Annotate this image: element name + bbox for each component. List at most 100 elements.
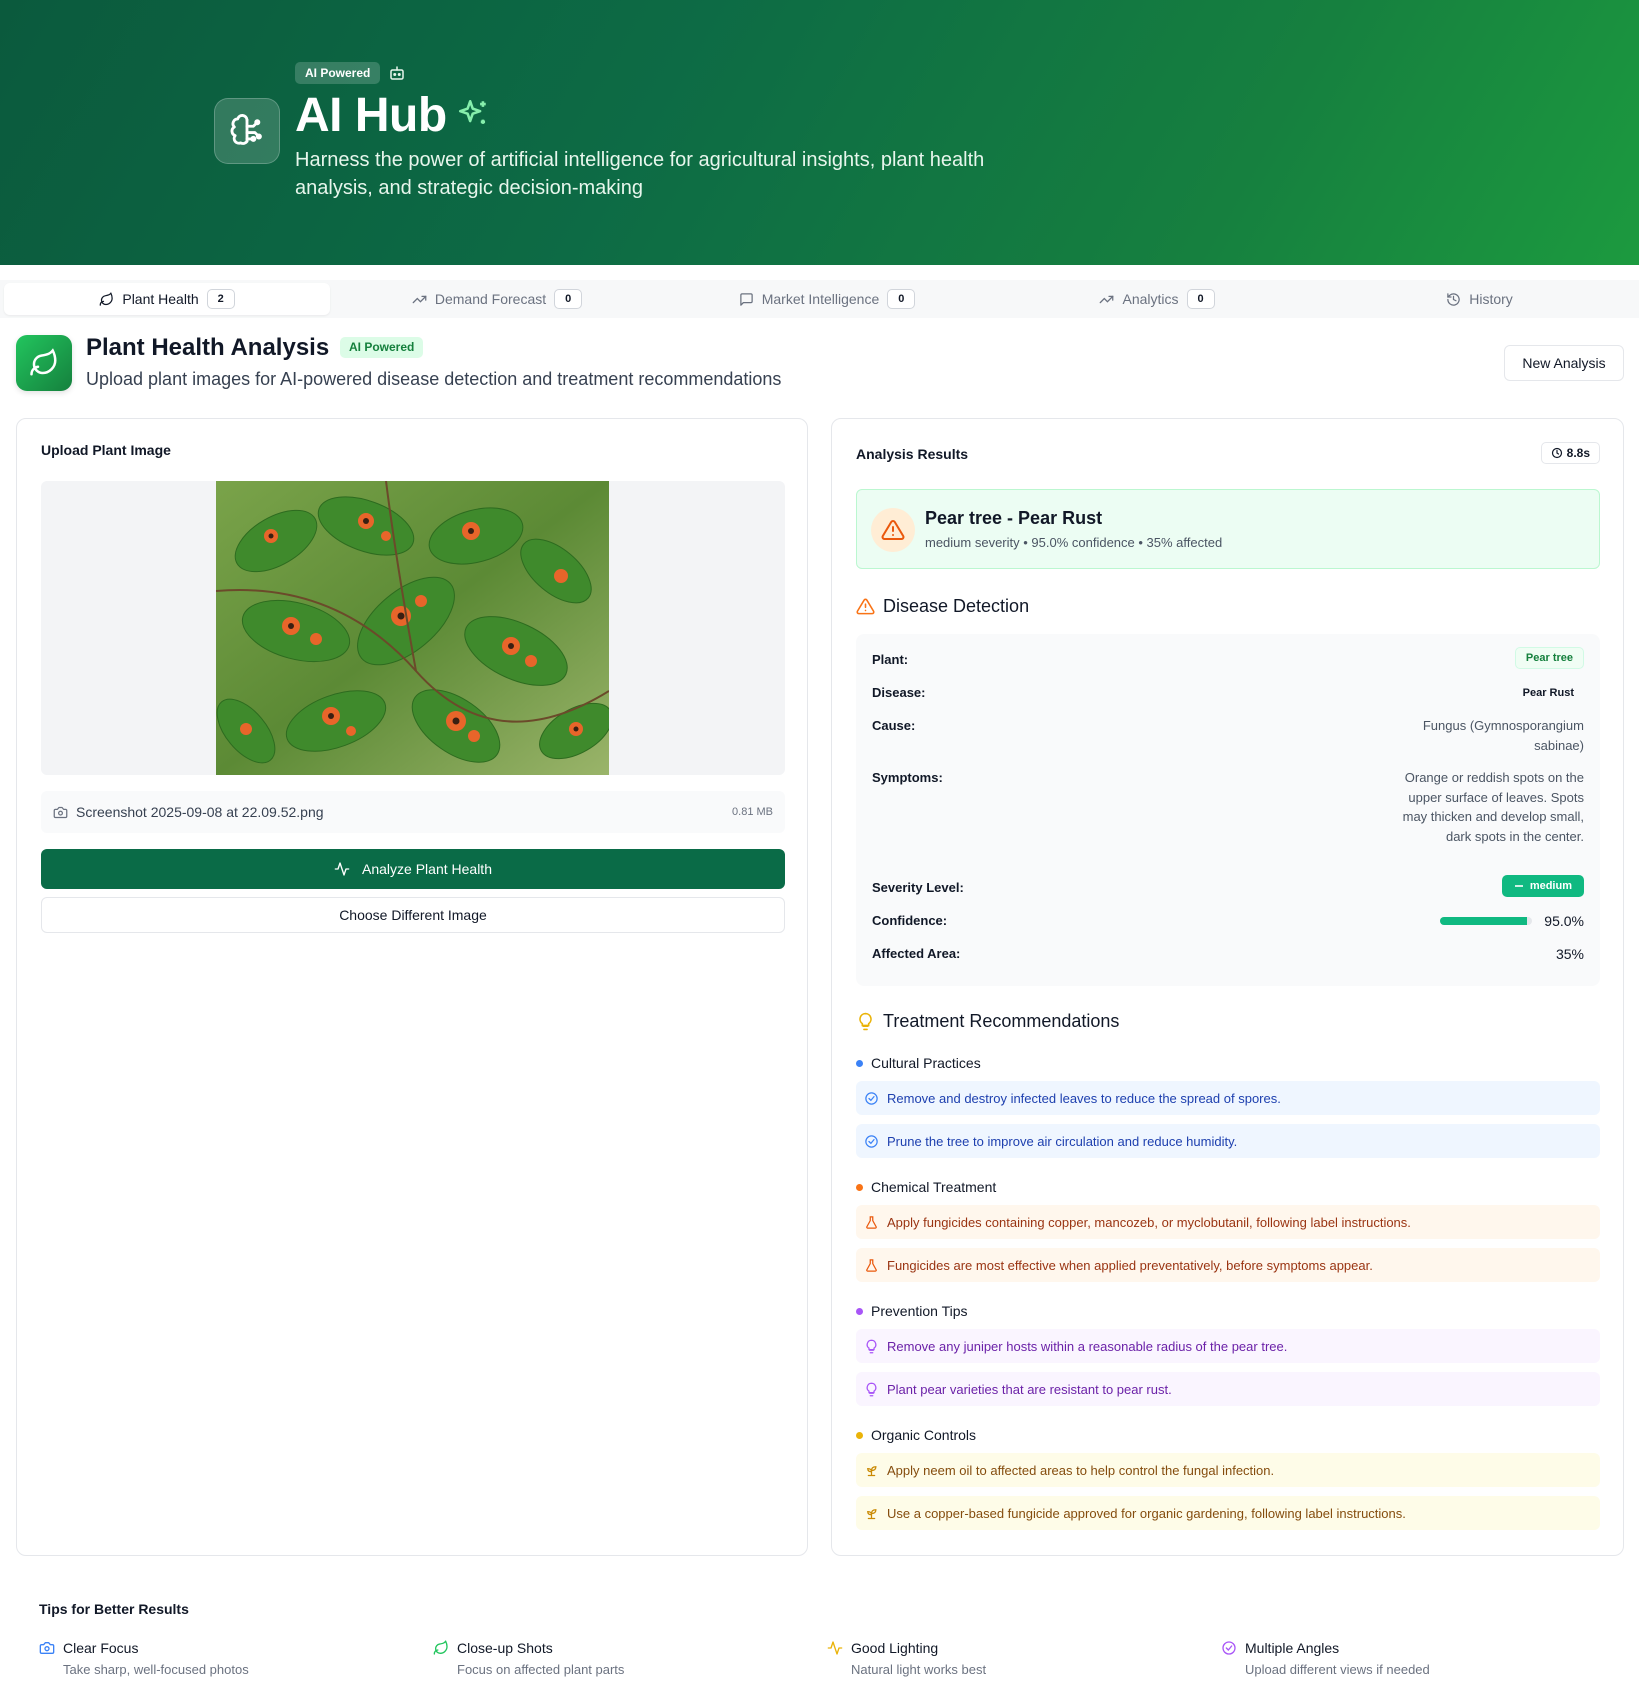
trend-up-icon bbox=[412, 292, 427, 307]
affected-area-label: Affected Area: bbox=[872, 946, 961, 961]
category-dot bbox=[856, 1307, 863, 1315]
pulse-icon bbox=[827, 1640, 843, 1656]
tip-description: Natural light works best bbox=[851, 1662, 987, 1677]
check-circle-icon bbox=[1221, 1640, 1237, 1656]
item-text: Apply neem oil to affected areas to help… bbox=[887, 1462, 1275, 1478]
trend-up-icon bbox=[1099, 292, 1114, 307]
pulse-icon bbox=[334, 861, 350, 877]
file-size: 0.81 MB bbox=[732, 806, 773, 818]
tips-heading: Tips for Better Results bbox=[39, 1601, 189, 1617]
confidence-label: Confidence: bbox=[872, 913, 948, 928]
check-circle-icon bbox=[864, 1091, 879, 1106]
diagnosis-meta: medium severity • 95.0% confidence • 35%… bbox=[925, 535, 1223, 550]
new-analysis-button[interactable]: New Analysis bbox=[1504, 345, 1624, 381]
symptoms-value: Orange or reddish spots on the upper sur… bbox=[1402, 770, 1584, 844]
hero-title: AI Hub bbox=[295, 89, 447, 142]
list-item: Remove and destroy infected leaves to re… bbox=[856, 1081, 1600, 1115]
severity-value: medium bbox=[1529, 880, 1572, 892]
tab-plant-health[interactable]: Plant Health 2 bbox=[4, 283, 330, 315]
choose-different-image-button[interactable]: Choose Different Image bbox=[41, 897, 785, 933]
tab-market-intelligence[interactable]: Market Intelligence 0 bbox=[664, 283, 990, 315]
tip-clear-focus: Clear Focus Take sharp, well-focused pho… bbox=[39, 1640, 249, 1677]
flask-icon bbox=[864, 1215, 879, 1230]
elapsed-time-badge: 8.8s bbox=[1540, 442, 1600, 464]
cause-label: Cause: bbox=[872, 718, 916, 733]
tab-count: 0 bbox=[554, 289, 583, 309]
leaf-icon bbox=[433, 1640, 449, 1656]
affected-area-value: 35% bbox=[1555, 946, 1584, 962]
confidence-bar-fill bbox=[1440, 917, 1528, 925]
list-item: Apply fungicides containing copper, manc… bbox=[856, 1205, 1600, 1239]
item-text: Prune the tree to improve air circulatio… bbox=[887, 1133, 1238, 1149]
tip-good-lighting: Good Lighting Natural light works best bbox=[827, 1640, 986, 1677]
item-text: Remove any juniper hosts within a reason… bbox=[887, 1338, 1288, 1354]
severity-badge: medium bbox=[1501, 875, 1584, 897]
tip-title: Good Lighting bbox=[851, 1640, 939, 1656]
camera-icon bbox=[53, 805, 68, 820]
tip-title: Clear Focus bbox=[63, 1640, 139, 1656]
leaf-icon bbox=[99, 291, 114, 307]
elapsed-time: 8.8s bbox=[1566, 446, 1590, 460]
severity-label: Severity Level: bbox=[872, 880, 964, 895]
analyze-plant-health-button[interactable]: Analyze Plant Health bbox=[41, 849, 785, 889]
tab-analytics[interactable]: Analytics 0 bbox=[994, 283, 1320, 315]
cause-value: Fungus (Gymnosporangium sabinae) bbox=[1422, 718, 1584, 753]
tab-demand-forecast[interactable]: Demand Forecast 0 bbox=[334, 283, 660, 315]
sprout-icon bbox=[864, 1463, 879, 1478]
category-title: Prevention Tips bbox=[871, 1303, 968, 1319]
brain-icon bbox=[214, 98, 280, 164]
sparkles-icon bbox=[456, 97, 490, 131]
tab-count: 0 bbox=[887, 289, 916, 309]
history-icon bbox=[1446, 292, 1461, 307]
tip-description: Take sharp, well-focused photos bbox=[63, 1662, 249, 1677]
tip-title: Close-up Shots bbox=[457, 1640, 553, 1656]
category-dot bbox=[856, 1183, 863, 1191]
category-dot bbox=[856, 1059, 863, 1067]
warning-icon bbox=[856, 597, 875, 616]
category-prevention-tips: Prevention Tips bbox=[856, 1303, 968, 1319]
results-heading: Analysis Results bbox=[856, 446, 969, 462]
category-title: Chemical Treatment bbox=[871, 1179, 997, 1195]
file-name: Screenshot 2025-09-08 at 22.09.52.png bbox=[76, 804, 324, 820]
section-title: Disease Detection bbox=[883, 596, 1030, 616]
tab-count: 0 bbox=[1186, 289, 1215, 309]
list-item: Apply neem oil to affected areas to help… bbox=[856, 1453, 1600, 1487]
image-preview[interactable] bbox=[41, 481, 785, 775]
lightbulb-icon bbox=[856, 1012, 875, 1031]
disease-details: Plant: Pear tree Disease: Pear Rust Caus… bbox=[856, 634, 1600, 986]
check-circle-icon bbox=[864, 1134, 879, 1149]
bot-icon bbox=[388, 64, 406, 82]
tab-label: History bbox=[1469, 291, 1513, 307]
leaf-icon bbox=[16, 335, 72, 391]
tip-title: Multiple Angles bbox=[1245, 1640, 1340, 1656]
item-text: Apply fungicides containing copper, manc… bbox=[887, 1214, 1411, 1230]
tab-count: 2 bbox=[206, 289, 235, 309]
tab-history[interactable]: History bbox=[1324, 283, 1635, 315]
category-chemical-treatment: Chemical Treatment bbox=[856, 1179, 996, 1195]
camera-icon bbox=[39, 1640, 55, 1656]
section-title: Treatment Recommendations bbox=[883, 1011, 1120, 1031]
ai-powered-badge: AI Powered bbox=[340, 337, 424, 358]
disease-detection-heading: Disease Detection bbox=[856, 596, 1029, 617]
item-text: Use a copper-based fungicide approved fo… bbox=[887, 1505, 1406, 1521]
item-text: Remove and destroy infected leaves to re… bbox=[887, 1090, 1281, 1106]
list-item: Plant pear varieties that are resistant … bbox=[856, 1372, 1600, 1406]
disease-label: Disease: bbox=[872, 685, 926, 700]
tip-description: Upload different views if needed bbox=[1245, 1662, 1430, 1677]
treatment-heading: Treatment Recommendations bbox=[856, 1011, 1119, 1032]
flask-icon bbox=[864, 1258, 879, 1273]
tip-close-up-shots: Close-up Shots Focus on affected plant p… bbox=[433, 1640, 624, 1677]
analysis-results-card: Analysis Results 8.8s Pear tree - Pear R… bbox=[831, 418, 1624, 1556]
diagnosis-summary: Pear tree - Pear Rust medium severity • … bbox=[856, 489, 1600, 569]
button-label: Analyze Plant Health bbox=[362, 861, 492, 877]
file-info-row: Screenshot 2025-09-08 at 22.09.52.png 0.… bbox=[41, 791, 785, 833]
tab-label: Plant Health bbox=[122, 291, 199, 307]
category-title: Organic Controls bbox=[871, 1427, 977, 1443]
hero-subtitle: Harness the power of artificial intellig… bbox=[295, 149, 985, 199]
plant-image bbox=[216, 481, 609, 775]
diagnosis-title: Pear tree - Pear Rust bbox=[925, 508, 1103, 528]
clock-icon bbox=[1551, 447, 1563, 459]
plant-badge: Pear tree bbox=[1514, 647, 1584, 669]
tab-label: Market Intelligence bbox=[761, 291, 880, 307]
disease-value: Pear Rust bbox=[1522, 687, 1574, 699]
